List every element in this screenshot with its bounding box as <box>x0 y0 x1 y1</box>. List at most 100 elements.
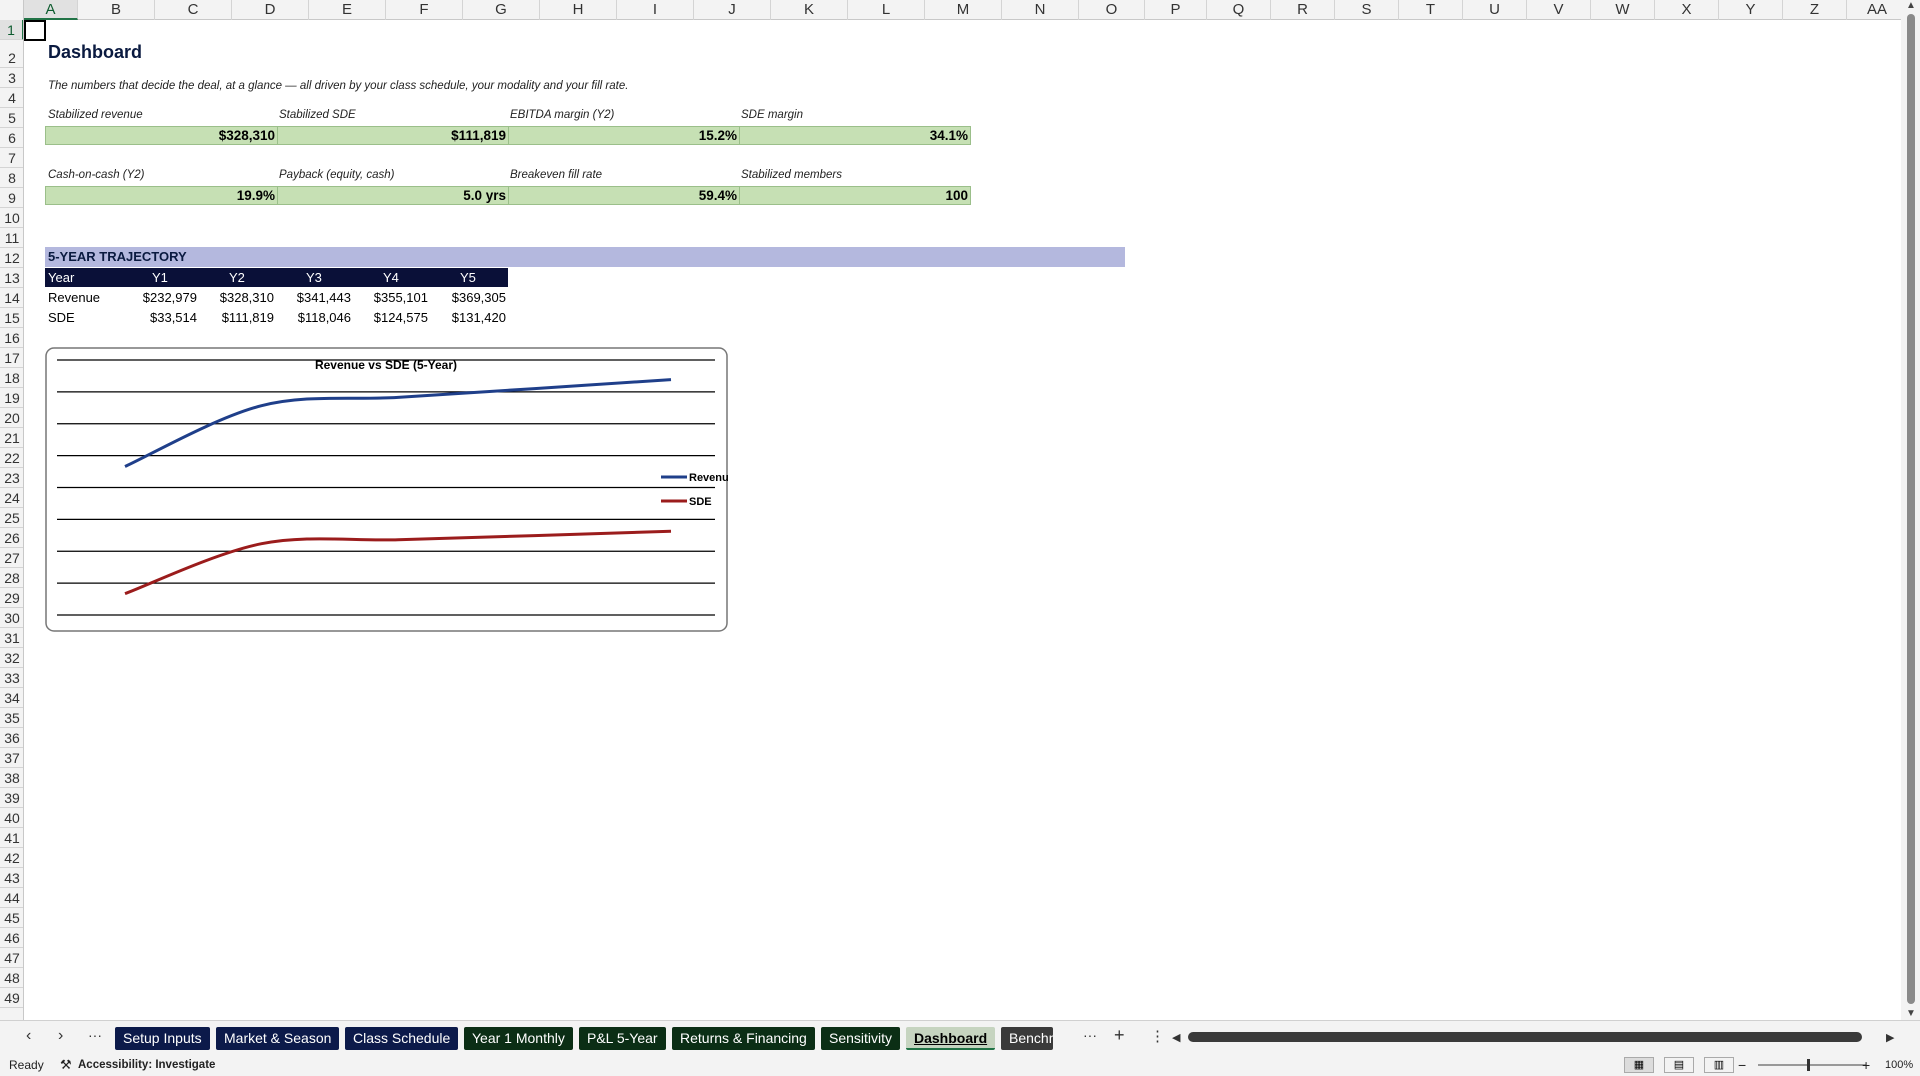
column-header-k[interactable]: K <box>771 0 848 20</box>
row-header-42[interactable]: 42 <box>0 848 23 868</box>
sheet-tab-benchmarks[interactable]: Benchmarks <box>1001 1027 1053 1050</box>
row-header-37[interactable]: 37 <box>0 748 23 768</box>
row-header-19[interactable]: 19 <box>0 388 23 408</box>
row-header-38[interactable]: 38 <box>0 768 23 788</box>
column-header-t[interactable]: T <box>1399 0 1463 20</box>
sheet-tab-market-season[interactable]: Market & Season <box>216 1027 340 1050</box>
kpi-value[interactable]: 59.4% <box>508 186 740 205</box>
column-header-b[interactable]: B <box>78 0 155 20</box>
column-header-y[interactable]: Y <box>1719 0 1783 20</box>
row-header-44[interactable]: 44 <box>0 888 23 908</box>
add-sheet-icon[interactable]: + <box>1114 1025 1125 1046</box>
row-header-8[interactable]: 8 <box>0 168 23 188</box>
column-header-p[interactable]: P <box>1145 0 1207 20</box>
kpi-value[interactable]: 100 <box>739 186 971 205</box>
row-header-3[interactable]: 3 <box>0 68 23 88</box>
column-header-x[interactable]: X <box>1655 0 1719 20</box>
table-cell[interactable]: $341,443 <box>274 288 351 308</box>
kpi-value[interactable]: 19.9% <box>45 186 278 205</box>
row-header-2[interactable]: 2 <box>0 40 23 68</box>
row-header-23[interactable]: 23 <box>0 468 23 488</box>
zoom-level[interactable]: 100% <box>1885 1054 1913 1076</box>
select-all-corner[interactable] <box>0 0 24 20</box>
row-header-43[interactable]: 43 <box>0 868 23 888</box>
selected-cell-a1[interactable] <box>24 20 46 41</box>
column-header-aa[interactable]: AA <box>1847 0 1908 20</box>
row-header-24[interactable]: 24 <box>0 488 23 508</box>
row-header-20[interactable]: 20 <box>0 408 23 428</box>
options-icon[interactable]: ⋮ <box>1150 1027 1165 1045</box>
normal-view-icon[interactable]: ▦ <box>1624 1057 1654 1073</box>
kpi-value[interactable]: 5.0 yrs <box>277 186 509 205</box>
accessibility-status[interactable]: Accessibility: Investigate <box>78 1054 215 1076</box>
table-cell[interactable]: $328,310 <box>197 288 274 308</box>
zoom-slider[interactable] <box>1758 1064 1866 1066</box>
scroll-down-icon[interactable]: ▼ <box>1906 1008 1916 1019</box>
tab-prev-icon[interactable]: ‹ <box>26 1027 31 1045</box>
row-header-48[interactable]: 48 <box>0 968 23 988</box>
row-header-25[interactable]: 25 <box>0 508 23 528</box>
row-header-6[interactable]: 6 <box>0 128 23 148</box>
sheet-tab-returns-financing[interactable]: Returns & Financing <box>672 1027 815 1050</box>
table-cell[interactable]: $118,046 <box>274 308 351 328</box>
row-header-9[interactable]: 9 <box>0 188 23 208</box>
sheet-tab-year-1-monthly[interactable]: Year 1 Monthly <box>464 1027 573 1050</box>
column-header-l[interactable]: L <box>848 0 925 20</box>
worksheet-grid[interactable]: Dashboard The numbers that decide the de… <box>24 20 1901 1020</box>
line-chart[interactable]: Revenue vs SDE (5-Year) Revenue SDE <box>45 347 728 632</box>
row-header-29[interactable]: 29 <box>0 588 23 608</box>
row-header-40[interactable]: 40 <box>0 808 23 828</box>
column-header-z[interactable]: Z <box>1783 0 1847 20</box>
row-header-1[interactable]: 1 <box>0 20 23 40</box>
column-header-e[interactable]: E <box>309 0 386 20</box>
sheet-tab-setup-inputs[interactable]: Setup Inputs <box>115 1027 210 1050</box>
column-header-v[interactable]: V <box>1527 0 1591 20</box>
table-cell[interactable]: Revenue <box>48 288 100 308</box>
row-header-34[interactable]: 34 <box>0 688 23 708</box>
row-header-28[interactable]: 28 <box>0 568 23 588</box>
row-header-45[interactable]: 45 <box>0 908 23 928</box>
row-header-30[interactable]: 30 <box>0 608 23 628</box>
row-header-26[interactable]: 26 <box>0 528 23 548</box>
row-header-41[interactable]: 41 <box>0 828 23 848</box>
kpi-value[interactable]: $111,819 <box>277 126 509 145</box>
kpi-value[interactable]: 15.2% <box>508 126 740 145</box>
table-cell[interactable]: $232,979 <box>120 288 197 308</box>
zoom-out-icon[interactable]: − <box>1738 1054 1746 1076</box>
row-header-35[interactable]: 35 <box>0 708 23 728</box>
row-header-22[interactable]: 22 <box>0 448 23 468</box>
column-header-n[interactable]: N <box>1002 0 1079 20</box>
row-header-18[interactable]: 18 <box>0 368 23 388</box>
row-header-21[interactable]: 21 <box>0 428 23 448</box>
row-header-39[interactable]: 39 <box>0 788 23 808</box>
column-header-o[interactable]: O <box>1079 0 1145 20</box>
row-header-32[interactable]: 32 <box>0 648 23 668</box>
table-cell[interactable]: $369,305 <box>428 288 506 308</box>
column-header-d[interactable]: D <box>232 0 309 20</box>
sheet-tab-dashboard[interactable]: Dashboard <box>906 1027 996 1050</box>
sheet-tab-sensitivity[interactable]: Sensitivity <box>821 1027 901 1050</box>
column-header-j[interactable]: J <box>694 0 771 20</box>
vertical-scroll-thumb[interactable] <box>1907 14 1915 1004</box>
row-header-36[interactable]: 36 <box>0 728 23 748</box>
sheet-tab-class-schedule[interactable]: Class Schedule <box>345 1027 459 1050</box>
row-header-33[interactable]: 33 <box>0 668 23 688</box>
sheet-tab-p-l-5-year[interactable]: P&L 5-Year <box>579 1027 666 1050</box>
row-header-14[interactable]: 14 <box>0 288 23 308</box>
table-cell[interactable]: $111,819 <box>197 308 274 328</box>
tab-more-left-icon[interactable]: ··· <box>88 1027 102 1043</box>
table-cell[interactable]: $33,514 <box>120 308 197 328</box>
table-cell[interactable]: SDE <box>48 308 75 328</box>
table-cell[interactable]: $124,575 <box>351 308 428 328</box>
table-cell[interactable]: $131,420 <box>428 308 506 328</box>
column-header-c[interactable]: C <box>155 0 232 20</box>
hscroll-left-icon[interactable]: ◀ <box>1172 1031 1180 1044</box>
table-cell[interactable]: $355,101 <box>351 288 428 308</box>
row-header-4[interactable]: 4 <box>0 88 23 108</box>
row-header-5[interactable]: 5 <box>0 108 23 128</box>
scroll-up-icon[interactable]: ▲ <box>1906 0 1916 11</box>
column-header-g[interactable]: G <box>463 0 540 20</box>
row-header-17[interactable]: 17 <box>0 348 23 368</box>
column-header-h[interactable]: H <box>540 0 617 20</box>
column-header-w[interactable]: W <box>1591 0 1655 20</box>
